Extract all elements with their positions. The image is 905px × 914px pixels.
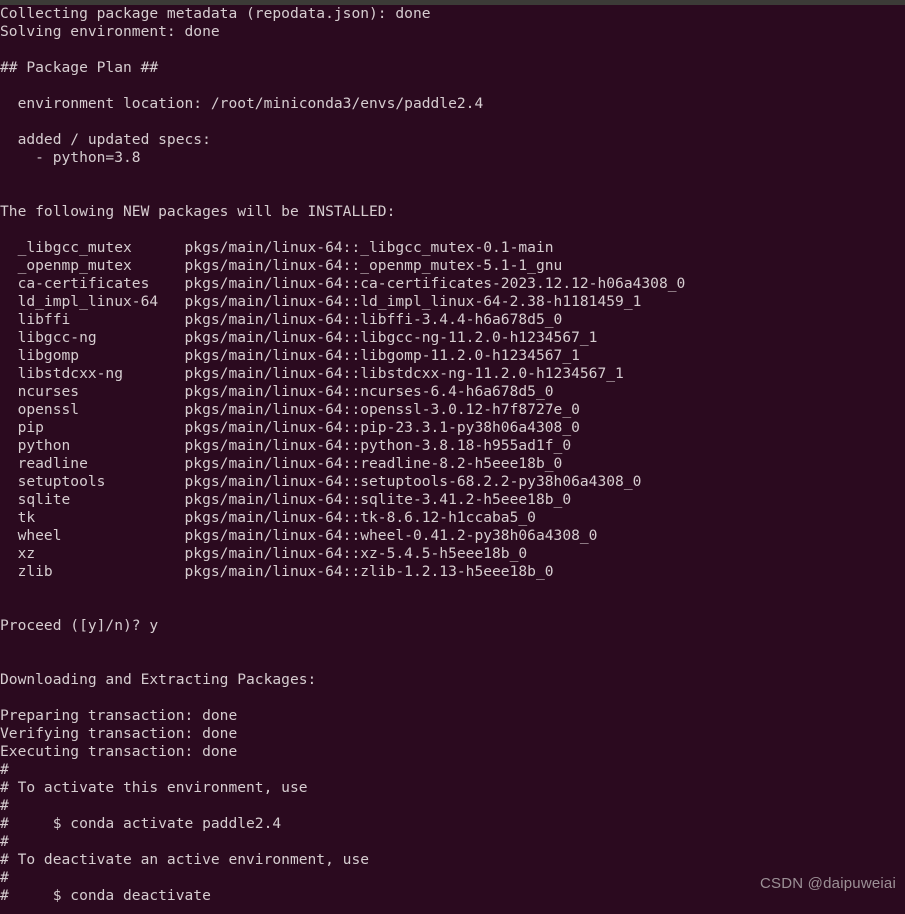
terminal-line: added / updated specs: [0, 131, 211, 148]
terminal-line: readline pkgs/main/linux-64::readline-8.… [0, 455, 563, 472]
terminal-line: Preparing transaction: done [0, 707, 238, 724]
terminal-line: # To deactivate an active environment, u… [0, 851, 370, 868]
terminal-line: ncurses pkgs/main/linux-64::ncurses-6.4-… [0, 383, 554, 400]
terminal-line: zlib pkgs/main/linux-64::zlib-1.2.13-h5e… [0, 563, 554, 580]
terminal-line: # [0, 797, 9, 814]
terminal-line: environment location: /root/miniconda3/e… [0, 95, 484, 112]
terminal-output-area[interactable]: Collecting package metadata (repodata.js… [0, 5, 905, 905]
terminal-line: python pkgs/main/linux-64::python-3.8.18… [0, 437, 572, 454]
terminal-line: Executing transaction: done [0, 743, 238, 760]
terminal-line: Collecting package metadata (repodata.js… [0, 5, 431, 22]
terminal-line: _openmp_mutex pkgs/main/linux-64::_openm… [0, 257, 563, 274]
terminal-line: sqlite pkgs/main/linux-64::sqlite-3.41.2… [0, 491, 572, 508]
terminal-line: libstdcxx-ng pkgs/main/linux-64::libstdc… [0, 365, 624, 382]
terminal-line: ca-certificates pkgs/main/linux-64::ca-c… [0, 275, 686, 292]
terminal-line: pip pkgs/main/linux-64::pip-23.3.1-py38h… [0, 419, 580, 436]
terminal-line: # [0, 833, 9, 850]
terminal-line: Proceed ([y]/n)? y [0, 617, 159, 634]
terminal-line: wheel pkgs/main/linux-64::wheel-0.41.2-p… [0, 527, 598, 544]
terminal-line: setuptools pkgs/main/linux-64::setuptool… [0, 473, 642, 490]
terminal-line: libgcc-ng pkgs/main/linux-64::libgcc-ng-… [0, 329, 598, 346]
terminal-line: tk pkgs/main/linux-64::tk-8.6.12-h1ccaba… [0, 509, 536, 526]
watermark-label: CSDN @daipuweiai [760, 875, 896, 892]
terminal-line: _libgcc_mutex pkgs/main/linux-64::_libgc… [0, 239, 554, 256]
terminal-line: # [0, 761, 9, 778]
terminal-line: libgomp pkgs/main/linux-64::libgomp-11.2… [0, 347, 580, 364]
terminal-window: Collecting package metadata (repodata.js… [0, 0, 905, 914]
terminal-line: xz pkgs/main/linux-64::xz-5.4.5-h5eee18b… [0, 545, 528, 562]
terminal-line: openssl pkgs/main/linux-64::openssl-3.0.… [0, 401, 580, 418]
terminal-line: ld_impl_linux-64 pkgs/main/linux-64::ld_… [0, 293, 642, 310]
terminal-line: Verifying transaction: done [0, 725, 238, 742]
terminal-line: Downloading and Extracting Packages: [0, 671, 317, 688]
terminal-line: - python=3.8 [0, 149, 141, 166]
terminal-line: The following NEW packages will be INSTA… [0, 203, 396, 220]
terminal-line: libffi pkgs/main/linux-64::libffi-3.4.4-… [0, 311, 563, 328]
terminal-line: # To activate this environment, use [0, 779, 308, 796]
terminal-line: Solving environment: done [0, 23, 220, 40]
terminal-line: ## Package Plan ## [0, 59, 159, 76]
terminal-line: # $ conda activate paddle2.4 [0, 815, 282, 832]
